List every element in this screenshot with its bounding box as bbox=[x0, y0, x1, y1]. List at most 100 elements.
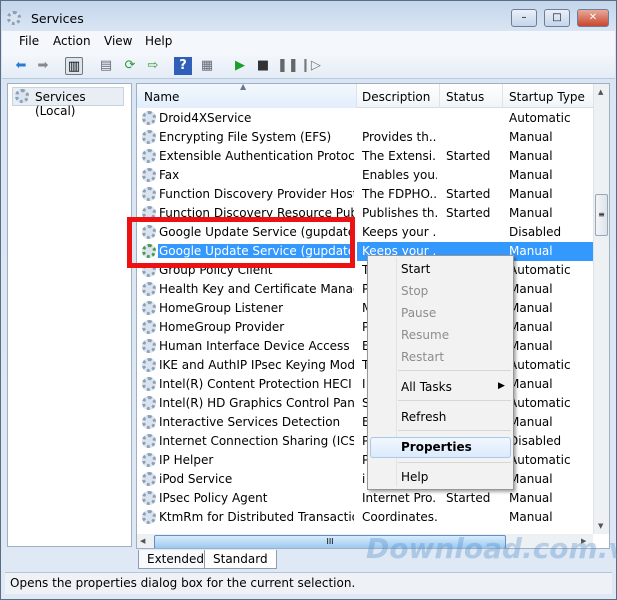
service-description: Enables you... bbox=[362, 168, 437, 182]
close-button[interactable]: ✕ bbox=[577, 9, 609, 27]
menu-action[interactable]: Action bbox=[53, 34, 91, 48]
restart-service-icon[interactable]: ❙▷ bbox=[300, 57, 321, 75]
start-service-icon[interactable]: ▶ bbox=[231, 57, 249, 75]
tree-item-label: Services (Local) bbox=[35, 90, 86, 118]
table-row[interactable]: Intel(R) HD Graphics Control Panel ...SA… bbox=[137, 394, 593, 413]
service-startup-type: Manual bbox=[509, 301, 553, 315]
table-row[interactable]: Droid4XService Automatic bbox=[137, 109, 593, 128]
menu-item-start[interactable]: Start bbox=[401, 262, 430, 276]
pause-service-icon[interactable]: ❚❚ bbox=[277, 57, 299, 75]
service-name: Intel(R) Content Protection HECI Se... bbox=[159, 377, 354, 391]
tab-standard[interactable]: Standard bbox=[204, 550, 277, 569]
menu-help[interactable]: Help bbox=[145, 34, 172, 48]
table-row[interactable]: IP Helper P Automatic bbox=[137, 451, 593, 470]
status-text: Opens the properties dialog box for the … bbox=[10, 576, 356, 590]
context-menu: Start Stop Pause Resume Restart All Task… bbox=[367, 255, 514, 490]
help-icon[interactable]: ? bbox=[174, 57, 192, 75]
menu-file[interactable]: File bbox=[19, 34, 39, 48]
table-row[interactable]: HomeGroup Provider P Manual bbox=[137, 318, 593, 337]
service-startup-type: Manual bbox=[509, 149, 553, 163]
table-row[interactable]: Function Discovery Provider Host The FDPH… bbox=[137, 185, 593, 204]
scroll-down-icon: ▼ bbox=[598, 522, 604, 530]
table-row[interactable]: iPod Service i Manual bbox=[137, 470, 593, 489]
menu-item-resume: Resume bbox=[401, 328, 450, 342]
service-name: Internet Connection Sharing (ICS) bbox=[159, 434, 354, 448]
vertical-scrollbar[interactable]: ▲ ≡ ▼ bbox=[593, 84, 609, 534]
export-list-icon[interactable]: ⇨ bbox=[144, 57, 162, 75]
services-window: Services – □ ✕ File Action View Help ⬅ ➡… bbox=[0, 0, 617, 600]
service-name: HomeGroup Provider bbox=[159, 320, 285, 334]
show-hide-console-tree-icon[interactable]: ▥ bbox=[65, 57, 83, 75]
menu-item-properties[interactable]: Properties bbox=[401, 440, 472, 454]
scroll-up-icon: ▲ bbox=[598, 88, 604, 96]
menu-item-stop: Stop bbox=[401, 284, 429, 298]
stop-service-icon[interactable]: ■ bbox=[254, 57, 272, 75]
service-gear-icon bbox=[142, 358, 156, 372]
console-tree: Services (Local) bbox=[7, 83, 132, 547]
table-row[interactable]: IPsec Policy Agent Internet Pro... Started… bbox=[137, 489, 593, 508]
table-row[interactable]: Human Interface Device Access E Manual bbox=[137, 337, 593, 356]
service-description: Provides th... bbox=[362, 130, 437, 144]
service-startup-type: Automatic bbox=[509, 111, 571, 125]
service-gear-icon bbox=[142, 339, 156, 353]
service-name: KtmRm for Distributed Transaction... bbox=[159, 510, 354, 524]
menu-item-pause: Pause bbox=[401, 306, 437, 320]
scroll-thumb[interactable]: ≡ bbox=[595, 194, 608, 236]
service-gear-icon bbox=[142, 510, 156, 524]
forward-icon[interactable]: ➡ bbox=[34, 57, 52, 75]
service-gear-icon bbox=[142, 282, 156, 296]
service-description: The FDPHO... bbox=[362, 187, 437, 201]
menu-item-help[interactable]: Help bbox=[401, 470, 428, 484]
list-header: Name ▲ Description Status Startup Type bbox=[137, 84, 593, 108]
service-startup-type: Manual bbox=[509, 415, 553, 429]
service-name: Function Discovery Provider Host bbox=[159, 187, 354, 201]
service-startup-type: Manual bbox=[509, 491, 553, 505]
table-row[interactable]: Internet Connection Sharing (ICS) P Disabl… bbox=[137, 432, 593, 451]
service-startup-type: Automatic bbox=[509, 453, 571, 467]
table-row[interactable]: IKE and AuthIP IPsec Keying Modul...TAut… bbox=[137, 356, 593, 375]
menu-view[interactable]: View bbox=[104, 34, 132, 48]
table-row[interactable]: Interactive Services Detection E Manual bbox=[137, 413, 593, 432]
service-startup-type: Manual bbox=[509, 206, 553, 220]
table-row[interactable]: Extensible Authentication Protocol The Ex… bbox=[137, 147, 593, 166]
service-startup-type: Disabled bbox=[509, 225, 562, 239]
service-gear-icon bbox=[142, 111, 156, 125]
service-gear-icon bbox=[142, 491, 156, 505]
table-row[interactable]: KtmRm for Distributed Transaction... Coor… bbox=[137, 508, 593, 527]
service-gear-icon bbox=[142, 377, 156, 391]
service-startup-type: Manual bbox=[509, 244, 553, 258]
show-action-pane-icon[interactable]: ▦ bbox=[198, 57, 216, 75]
maximize-button[interactable]: □ bbox=[544, 9, 570, 27]
service-gear-icon bbox=[142, 453, 156, 467]
properties-icon[interactable]: ▤ bbox=[97, 57, 115, 75]
service-startup-type: Manual bbox=[509, 187, 553, 201]
service-name: iPod Service bbox=[159, 472, 233, 486]
menu-item-all-tasks[interactable]: All Tasks bbox=[401, 380, 452, 394]
service-gear-icon bbox=[142, 149, 156, 163]
service-gear-icon bbox=[142, 396, 156, 410]
tree-item-services-local[interactable]: Services (Local) bbox=[12, 87, 124, 118]
watermark: Download.com.vn bbox=[366, 532, 617, 565]
table-row[interactable]: HomeGroup ListenerMManual bbox=[137, 299, 593, 318]
sort-ascending-icon: ▲ bbox=[240, 83, 247, 91]
table-row[interactable]: Health Key and Certificate Manage...PMan… bbox=[137, 280, 593, 299]
menu-item-refresh[interactable]: Refresh bbox=[401, 410, 446, 424]
table-row[interactable]: Intel(R) Content Protection HECI Se... I M… bbox=[137, 375, 593, 394]
back-icon[interactable]: ⬅ bbox=[12, 57, 30, 75]
refresh-icon[interactable]: ⟳ bbox=[121, 57, 139, 75]
scroll-left-icon: ◀ bbox=[140, 537, 146, 545]
service-name: Intel(R) HD Graphics Control Panel ... bbox=[159, 396, 354, 410]
service-name: IP Helper bbox=[159, 453, 214, 467]
service-startup-type: Manual bbox=[509, 168, 553, 182]
minimize-button[interactable]: – bbox=[511, 9, 537, 27]
service-description: Publishes th... bbox=[362, 206, 437, 220]
service-name: IKE and AuthIP IPsec Keying Modul... bbox=[159, 358, 354, 372]
service-description: I bbox=[362, 377, 366, 391]
table-row[interactable]: Encrypting File System (EFS) Provides th.… bbox=[137, 128, 593, 147]
service-gear-icon bbox=[142, 187, 156, 201]
service-gear-icon bbox=[142, 434, 156, 448]
tab-extended[interactable]: Extended bbox=[138, 550, 213, 569]
menu-bar: File Action View Help bbox=[2, 31, 615, 53]
service-name: Extensible Authentication Protocol bbox=[159, 149, 354, 163]
table-row[interactable]: Fax Enables you... Manual bbox=[137, 166, 593, 185]
